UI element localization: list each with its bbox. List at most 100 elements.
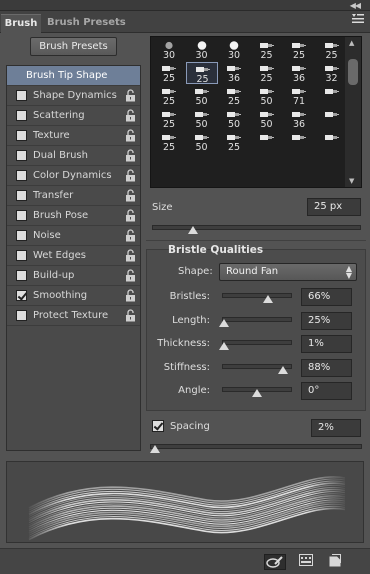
option-checkbox[interactable] <box>16 150 27 161</box>
shape-select[interactable]: Round Fan ▲ ▼ <box>219 263 357 281</box>
brush-tip[interactable]: 25 <box>153 131 185 153</box>
lock-icon[interactable] <box>125 309 136 322</box>
brush-tip[interactable]: 25 <box>283 39 315 61</box>
brush-tip[interactable]: 50 <box>186 131 218 153</box>
brush-tip[interactable]: 36 <box>283 62 315 84</box>
brush-option-row[interactable]: Texture <box>7 126 140 146</box>
brush-option-row[interactable]: Noise <box>7 226 140 246</box>
scroll-up-icon[interactable]: ▲ <box>349 39 354 47</box>
brush-tip[interactable]: 36 <box>283 108 315 130</box>
lock-icon[interactable] <box>125 169 136 182</box>
option-checkbox[interactable] <box>16 230 27 241</box>
brush-option-row[interactable]: Color Dynamics <box>7 166 140 186</box>
brush-tip-grid[interactable]: 30 30 30 25 25 25 25 25 36 25 36 32 25 50 25 50 71 25 50 50… <box>150 36 362 188</box>
lock-icon[interactable] <box>125 209 136 222</box>
brush-tip[interactable]: 50 <box>218 108 250 130</box>
brush-tip[interactable]: 50 <box>251 85 283 107</box>
brush-tip[interactable] <box>316 85 348 107</box>
spacing-slider-knob[interactable] <box>150 445 161 453</box>
brush-tip[interactable]: 25 <box>153 108 185 130</box>
lock-icon[interactable] <box>125 149 136 162</box>
brush-option-row[interactable]: Dual Brush <box>7 146 140 166</box>
brush-tip[interactable]: 30 <box>186 39 218 61</box>
bristle-slider-knob[interactable] <box>262 295 273 303</box>
lock-icon[interactable] <box>125 289 136 302</box>
lock-icon[interactable] <box>125 189 136 202</box>
option-checkbox[interactable] <box>16 170 27 181</box>
lock-icon[interactable] <box>125 249 136 262</box>
bristle-value-field[interactable]: 25% <box>301 311 352 330</box>
bristle-slider[interactable] <box>222 293 292 298</box>
bristle-slider-knob[interactable] <box>219 318 230 327</box>
brush-option-row[interactable]: Build-up <box>7 266 140 286</box>
brush-option-row[interactable]: Wet Edges <box>7 246 140 266</box>
spacing-slider[interactable] <box>150 444 362 449</box>
size-field[interactable]: 25 px <box>307 198 361 216</box>
spacing-field[interactable]: 2% <box>311 419 361 437</box>
brush-option-row[interactable]: Shape Dynamics <box>7 86 140 106</box>
brush-tip[interactable] <box>316 131 348 153</box>
bristle-slider-knob[interactable] <box>252 389 262 397</box>
option-checkbox[interactable] <box>16 210 27 221</box>
brush-option-row[interactable]: Brush Tip Shape <box>7 66 140 86</box>
brush-option-row[interactable]: Smoothing <box>7 286 140 306</box>
brush-tip[interactable]: 50 <box>186 85 218 107</box>
bristle-slider-knob[interactable] <box>218 342 229 350</box>
brush-tip[interactable]: 25 <box>218 131 250 153</box>
spacing-checkbox[interactable] <box>152 420 164 432</box>
brush-tip[interactable]: 50 <box>251 108 283 130</box>
size-slider[interactable] <box>152 225 361 230</box>
option-checkbox[interactable] <box>16 310 27 321</box>
size-slider-knob[interactable] <box>188 226 198 234</box>
brush-grid-icon[interactable] <box>299 554 317 570</box>
option-checkbox[interactable] <box>16 270 27 281</box>
brush-tip[interactable]: 30 <box>218 39 250 61</box>
option-checkbox[interactable] <box>16 290 27 301</box>
brush-tip[interactable] <box>316 108 348 130</box>
brush-tip[interactable]: 25 <box>153 62 185 84</box>
brush-tip[interactable]: 32 <box>316 62 348 84</box>
brush-tip[interactable]: 25 <box>251 62 283 84</box>
lock-icon[interactable] <box>125 89 136 102</box>
lock-icon[interactable] <box>125 129 136 142</box>
brush-option-row[interactable]: Transfer <box>7 186 140 206</box>
new-preset-icon[interactable] <box>329 554 347 570</box>
tab-brush-presets[interactable]: Brush Presets <box>47 14 126 33</box>
scroll-thumb[interactable] <box>348 59 358 85</box>
option-checkbox[interactable] <box>16 110 27 121</box>
brush-option-row[interactable]: Scattering <box>7 106 140 126</box>
bristle-slider[interactable] <box>222 340 292 345</box>
brush-tip[interactable]: 36 <box>218 62 250 84</box>
bristle-value-field[interactable]: 1% <box>301 335 352 353</box>
lock-icon[interactable] <box>125 229 136 242</box>
lock-icon[interactable] <box>125 109 136 122</box>
option-checkbox[interactable] <box>16 250 27 261</box>
bristle-value-field[interactable]: 0° <box>301 382 352 400</box>
panel-menu-icon[interactable] <box>352 14 364 26</box>
tip-grid-scrollbar[interactable]: ▲ ▼ <box>345 37 361 187</box>
bristle-slider[interactable] <box>222 316 292 322</box>
brush-tip[interactable]: 25 <box>185 62 218 85</box>
brush-tip[interactable]: 25 <box>316 39 348 61</box>
brush-option-row[interactable]: Protect Texture <box>7 306 140 326</box>
bristle-value-field[interactable]: 88% <box>301 358 352 377</box>
lock-icon[interactable] <box>125 269 136 282</box>
brush-presets-button[interactable]: Brush Presets <box>30 37 117 56</box>
brush-tip[interactable]: 25 <box>218 85 250 107</box>
scroll-down-icon[interactable]: ▼ <box>349 177 354 185</box>
tab-brush[interactable]: Brush <box>1 14 41 33</box>
brush-option-row[interactable]: Brush Pose <box>7 206 140 226</box>
option-checkbox[interactable] <box>16 90 27 101</box>
bristle-value-field[interactable]: 66% <box>301 288 352 306</box>
brush-tip[interactable]: 30 <box>153 39 185 61</box>
bristle-slider-knob[interactable] <box>277 365 288 374</box>
brush-tip[interactable]: 25 <box>251 39 283 61</box>
option-checkbox[interactable] <box>16 190 27 201</box>
brush-tip[interactable]: 50 <box>186 108 218 130</box>
option-checkbox[interactable] <box>16 130 27 141</box>
brush-tip[interactable]: 71 <box>283 85 315 107</box>
brush-tip[interactable] <box>283 131 315 153</box>
brush-tip[interactable] <box>251 131 283 153</box>
double-arrow-icon[interactable]: ◀◀ <box>350 1 361 10</box>
toggle-live-tip-icon[interactable] <box>264 554 286 570</box>
